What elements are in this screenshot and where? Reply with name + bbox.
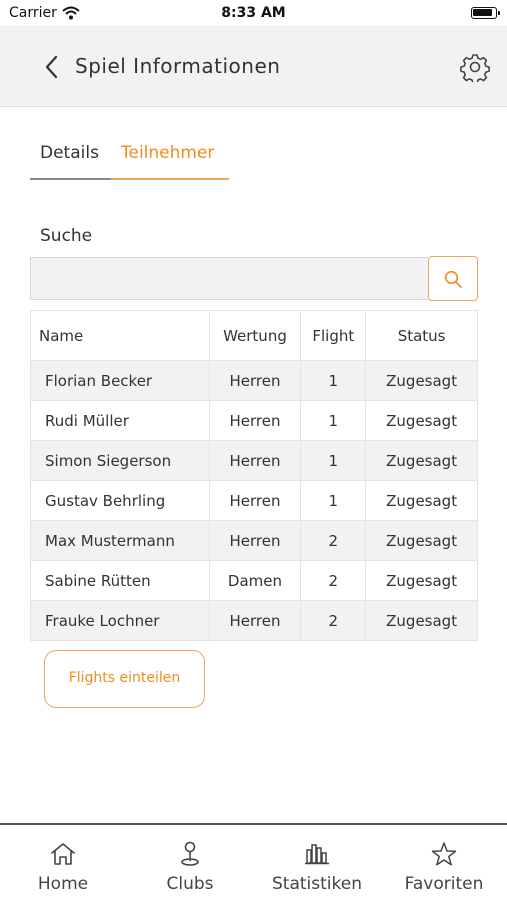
tabbar-label-home: Home — [37, 874, 89, 894]
cell-flight: 1 — [300, 400, 367, 441]
table-row[interactable]: Florian Becker Herren 1 Zugesagt — [30, 360, 478, 401]
column-header-name[interactable]: Name — [30, 310, 210, 361]
cell-name: Simon Siegerson — [30, 440, 210, 481]
table-row[interactable]: Sabine Rütten Damen 2 Zugesagt — [30, 560, 478, 601]
cell-status: Zugesagt — [365, 360, 478, 401]
cell-flight: 1 — [300, 360, 367, 401]
table-row[interactable]: Max Mustermann Herren 2 Zugesagt — [30, 520, 478, 561]
gear-icon[interactable] — [460, 52, 490, 84]
search-label: Suche — [40, 226, 93, 246]
table-row[interactable]: Simon Siegerson Herren 1 Zugesagt — [30, 440, 478, 481]
back-chevron-icon[interactable] — [40, 50, 66, 84]
tabbar-item-favoriten[interactable]: Favoriten — [381, 825, 507, 900]
tab-teilnehmer[interactable]: Teilnehmer — [111, 138, 229, 180]
cell-flight: 2 — [300, 600, 367, 641]
column-header-flight[interactable]: Flight — [300, 310, 367, 361]
tabbar-label-favoriten: Favoriten — [404, 874, 484, 894]
table-header-row: Name Wertung Flight Status — [30, 310, 478, 361]
star-icon — [430, 841, 458, 871]
nav-bar: Spiel Informationen — [0, 26, 507, 107]
cell-status: Zugesagt — [365, 400, 478, 441]
cell-flight: 2 — [300, 520, 367, 561]
table-row[interactable]: Rudi Müller Herren 1 Zugesagt — [30, 400, 478, 441]
column-header-status[interactable]: Status — [365, 310, 478, 361]
table-row[interactable]: Frauke Lochner Herren 2 Zugesagt — [30, 600, 478, 641]
tabbar-item-statistiken[interactable]: Statistiken — [254, 825, 380, 900]
table-row[interactable]: Gustav Behrling Herren 1 Zugesagt — [30, 480, 478, 521]
pin-icon — [176, 841, 204, 871]
cell-wertung: Herren — [208, 520, 302, 561]
cell-wertung: Herren — [208, 440, 302, 481]
cell-status: Zugesagt — [365, 440, 478, 481]
cell-flight: 2 — [300, 560, 367, 601]
tab-teilnehmer-label: Teilnehmer — [121, 143, 215, 163]
cell-wertung: Herren — [208, 360, 302, 401]
tabbar-item-clubs[interactable]: Clubs — [127, 825, 253, 900]
home-icon — [49, 841, 77, 871]
status-bar: Carrier 8:33 AM — [0, 0, 507, 26]
tabbar-item-home[interactable]: Home — [0, 825, 126, 900]
cell-name: Florian Becker — [30, 360, 210, 401]
cell-status: Zugesagt — [365, 600, 478, 641]
clock: 8:33 AM — [221, 5, 286, 21]
segment-tabs: Details Teilnehmer — [30, 138, 229, 180]
cell-wertung: Damen — [208, 560, 302, 601]
cell-flight: 1 — [300, 440, 367, 481]
cell-status: Zugesagt — [365, 520, 478, 561]
participants-table: Name Wertung Flight Status Florian Becke… — [30, 310, 478, 641]
search-input[interactable] — [30, 257, 428, 300]
tabbar-label-statistiken: Statistiken — [272, 874, 362, 894]
flights-einteilen-button[interactable]: Flights einteilen — [44, 650, 205, 708]
search-icon — [444, 270, 462, 288]
cell-status: Zugesagt — [365, 560, 478, 601]
column-header-wertung[interactable]: Wertung — [208, 310, 302, 361]
cell-wertung: Herren — [208, 480, 302, 521]
page-title: Spiel Informationen — [75, 54, 281, 78]
tab-details[interactable]: Details — [30, 138, 111, 180]
cell-name: Gustav Behrling — [30, 480, 210, 521]
cell-wertung: Herren — [208, 400, 302, 441]
bar-chart-icon — [303, 841, 331, 871]
cell-name: Frauke Lochner — [30, 600, 210, 641]
tab-details-label: Details — [40, 143, 99, 163]
cell-name: Rudi Müller — [30, 400, 210, 441]
tabbar-label-clubs: Clubs — [166, 874, 214, 894]
cell-flight: 1 — [300, 480, 367, 521]
search-button[interactable] — [428, 256, 478, 301]
bottom-tab-bar: Home Clubs Statistiken Favoriten — [0, 823, 507, 900]
cell-name: Max Mustermann — [30, 520, 210, 561]
cell-status: Zugesagt — [365, 480, 478, 521]
battery-icon — [471, 7, 500, 19]
cell-wertung: Herren — [208, 600, 302, 641]
cell-name: Sabine Rütten — [30, 560, 210, 601]
